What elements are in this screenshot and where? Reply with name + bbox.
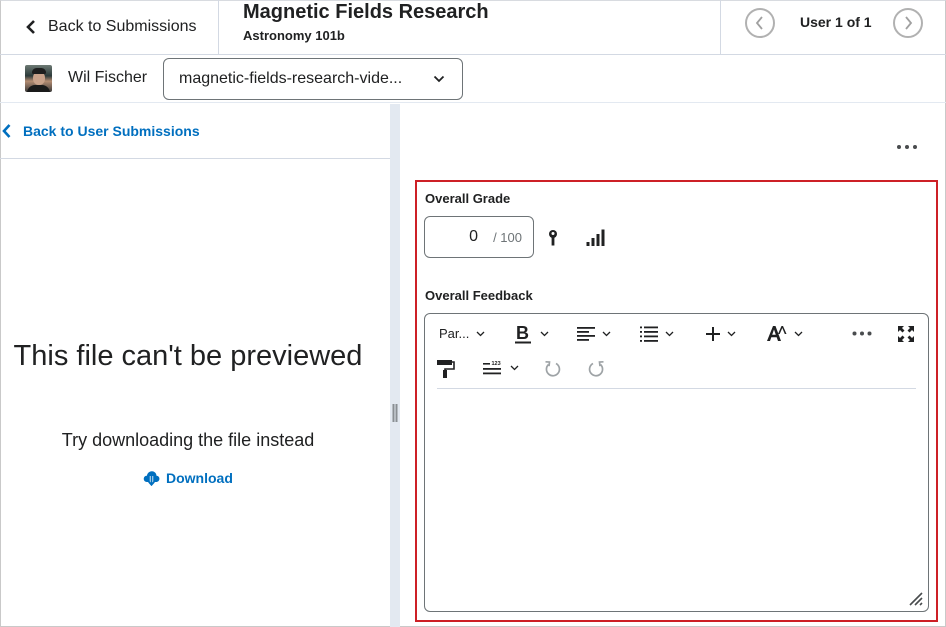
- redo-icon: [588, 360, 604, 377]
- download-label: Download: [166, 470, 233, 486]
- user-bar: Wil Fischer magnetic-fields-research-vid…: [0, 55, 946, 103]
- fullscreen-button[interactable]: [897, 325, 915, 343]
- chevron-right-icon: [905, 16, 913, 30]
- assignment-title-block: Magnetic Fields Research Astronomy 101b: [243, 0, 489, 43]
- paragraph-style-dropdown[interactable]: Par...: [439, 326, 485, 341]
- panel-resize-divider[interactable]: [390, 104, 400, 627]
- selected-file-name: magnetic-fields-research-vide...: [179, 70, 403, 87]
- cloud-download-icon: [143, 471, 160, 486]
- grade-score-value: 0: [469, 228, 478, 245]
- drag-handle-icon: [392, 404, 398, 422]
- user-navigation: User 1 of 1: [720, 0, 946, 54]
- line-spacing-button[interactable]: 123: [483, 360, 519, 376]
- undo-button[interactable]: [544, 360, 562, 378]
- insert-button[interactable]: [706, 327, 736, 341]
- download-hint: Try downloading the file instead: [61, 430, 315, 450]
- bulleted-list-icon: [640, 326, 658, 342]
- grade-out-of: / 100: [493, 230, 522, 245]
- format-painter-icon: [437, 360, 455, 378]
- dot-icon: [905, 145, 909, 149]
- back-to-submissions-button[interactable]: Back to Submissions: [0, 0, 219, 54]
- page-title: Magnetic Fields Research: [243, 1, 489, 23]
- next-user-button[interactable]: [893, 8, 923, 38]
- resize-handle-icon[interactable]: [909, 592, 923, 606]
- list-button[interactable]: [640, 326, 674, 342]
- dot-icon: [897, 145, 901, 149]
- submission-preview-panel: Back to User Submissions This file can't…: [0, 104, 390, 627]
- text-style-button[interactable]: [767, 325, 803, 342]
- feedback-editor: Par... B 123: [424, 313, 929, 612]
- chevron-left-icon: [2, 124, 11, 138]
- back-to-user-submissions-link[interactable]: Back to User Submissions: [0, 104, 390, 159]
- bold-icon: B: [515, 324, 531, 344]
- top-header: Back to Submissions Magnetic Fields Rese…: [0, 0, 946, 55]
- more-tools-button[interactable]: [852, 331, 872, 336]
- font-size-icon: [767, 326, 787, 341]
- chevron-down-icon: [665, 331, 674, 337]
- svg-text:123: 123: [492, 361, 501, 367]
- key-icon[interactable]: [547, 229, 559, 247]
- preview-unavailable-message: This file can't be previewed: [13, 340, 363, 372]
- chevron-down-icon: [602, 331, 611, 337]
- chevron-left-icon: [26, 20, 35, 34]
- back-to-user-submissions-label: Back to User Submissions: [23, 123, 200, 139]
- more-horizontal-icon: [852, 331, 872, 336]
- plus-icon: [706, 327, 720, 341]
- chevron-down-icon: [476, 331, 485, 336]
- fullscreen-icon: [898, 326, 914, 342]
- chevron-left-icon: [755, 16, 763, 30]
- dot-icon: [913, 145, 917, 149]
- line-spacing-icon: 123: [483, 361, 501, 375]
- svg-text:B: B: [516, 324, 529, 343]
- previous-user-button[interactable]: [745, 8, 775, 38]
- undo-icon: [545, 360, 561, 377]
- file-select-dropdown[interactable]: magnetic-fields-research-vide...: [163, 58, 463, 100]
- redo-button[interactable]: [587, 360, 605, 378]
- chevron-down-icon: [510, 365, 519, 371]
- overall-feedback-label: Overall Feedback: [425, 288, 533, 303]
- chevron-down-icon: [540, 331, 549, 337]
- chevron-down-icon: [433, 75, 445, 83]
- course-name: Astronomy 101b: [243, 28, 345, 43]
- bold-button[interactable]: B: [515, 324, 549, 344]
- avatar: [25, 65, 52, 92]
- align-button[interactable]: [577, 327, 611, 341]
- align-left-icon: [577, 327, 595, 341]
- format-painter-button[interactable]: [437, 360, 455, 378]
- feedback-text-area[interactable]: [425, 389, 928, 611]
- chevron-down-icon: [727, 331, 736, 337]
- grading-panel: Overall Grade 0 / 100 Overall Feedback P…: [400, 104, 946, 627]
- paragraph-style-label: Par...: [439, 326, 470, 341]
- download-link[interactable]: Download: [143, 470, 233, 486]
- user-counter: User 1 of 1: [800, 14, 872, 30]
- grade-score-input[interactable]: 0 / 100: [424, 216, 534, 258]
- user-name: Wil Fischer: [68, 69, 148, 86]
- grade-stats-icon[interactable]: [586, 229, 606, 247]
- more-options-button[interactable]: [894, 138, 920, 156]
- grading-highlight-box: Overall Grade 0 / 100 Overall Feedback P…: [415, 180, 938, 622]
- overall-grade-label: Overall Grade: [425, 191, 511, 206]
- chevron-down-icon: [794, 331, 803, 336]
- back-to-submissions-label: Back to Submissions: [48, 18, 197, 35]
